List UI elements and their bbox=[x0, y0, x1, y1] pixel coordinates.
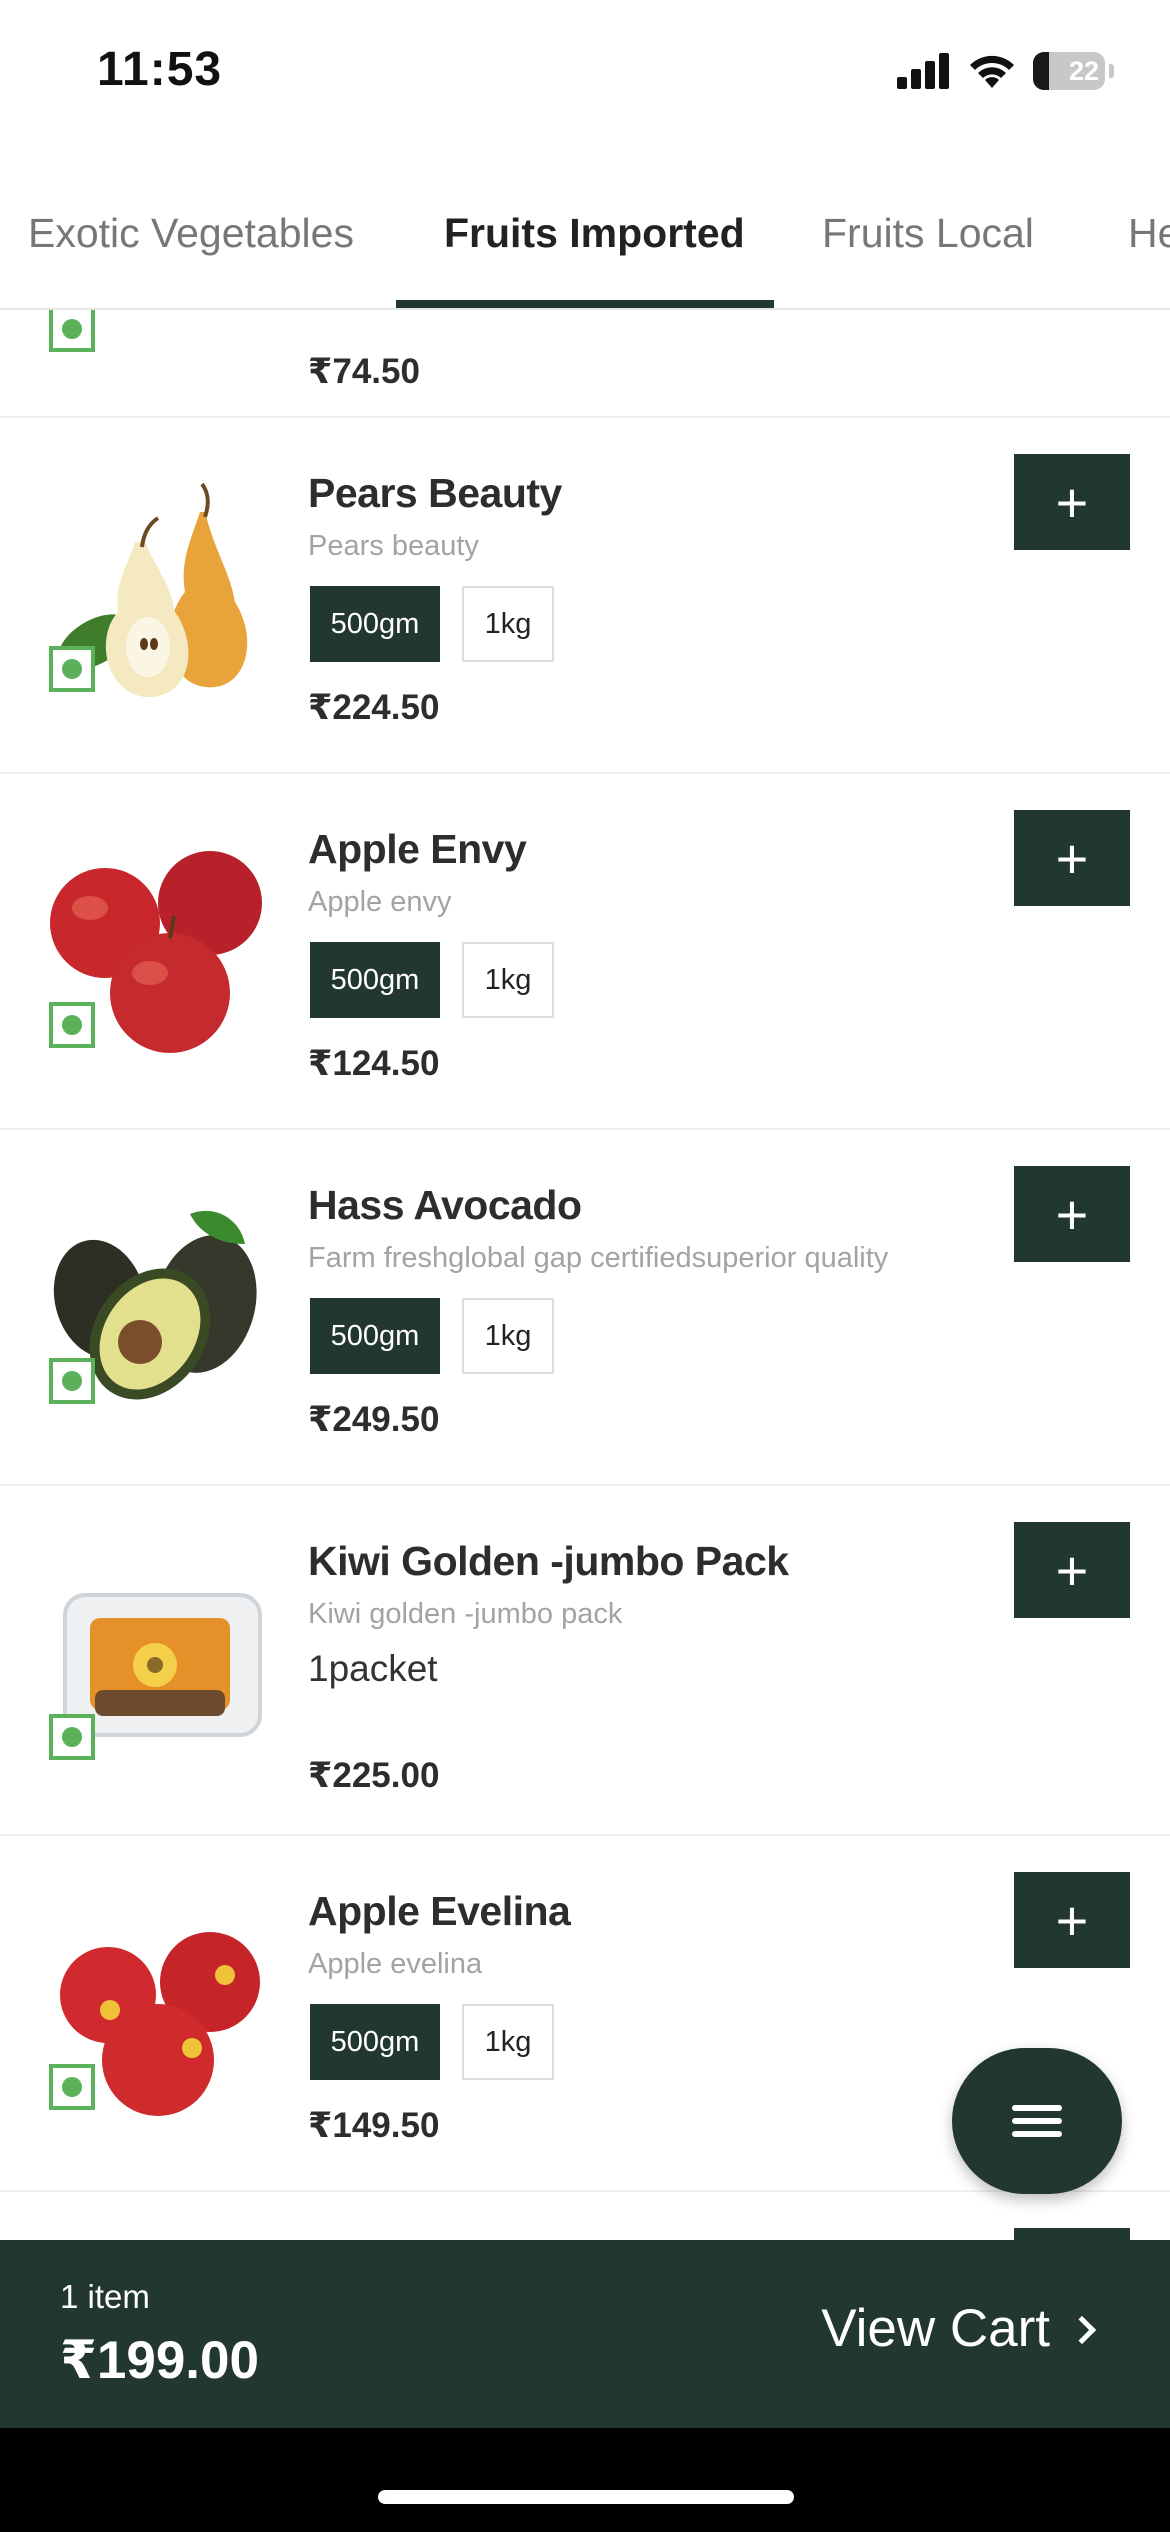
veg-indicator-icon bbox=[49, 1002, 95, 1048]
product-price: ₹124.50 bbox=[308, 1044, 440, 1083]
size-option-500gm[interactable]: 500gm bbox=[310, 586, 440, 662]
product-price: ₹149.50 bbox=[308, 2106, 440, 2145]
category-tabs: Exotic Vegetables Fruits Imported Fruits… bbox=[0, 190, 1170, 310]
add-to-cart-button[interactable]: + bbox=[1014, 1166, 1130, 1262]
tab-he[interactable]: He bbox=[1128, 210, 1170, 257]
product-name: Apple Envy bbox=[308, 826, 527, 872]
product-price: ₹249.50 bbox=[308, 1400, 440, 1439]
status-time: 11:53 bbox=[97, 43, 223, 96]
product-row: Hass Avocado Farm freshglobal gap certif… bbox=[0, 1130, 1170, 1486]
size-option-1kg[interactable]: 1kg bbox=[462, 586, 554, 662]
home-indicator-area bbox=[0, 2428, 1170, 2532]
size-option-1kg[interactable]: 1kg bbox=[462, 942, 554, 1018]
product-description: Farm freshglobal gap certifiedsuperior q… bbox=[308, 1242, 889, 1274]
tab-fruits-imported[interactable]: Fruits Imported bbox=[444, 210, 745, 257]
battery-fill bbox=[1033, 52, 1049, 90]
product-description: Apple envy bbox=[308, 886, 452, 918]
add-to-cart-button[interactable]: + bbox=[1014, 1522, 1130, 1618]
product-name: Hass Avocado bbox=[308, 1182, 582, 1228]
tab-exotic-vegetables[interactable]: Exotic Vegetables bbox=[28, 210, 354, 257]
size-option-500gm[interactable]: 500gm bbox=[310, 942, 440, 1018]
product-row: Kiwi Golden -jumbo Pack Kiwi golden -jum… bbox=[0, 1486, 1170, 1836]
battery-icon: 22 bbox=[1033, 52, 1105, 90]
tab-fruits-local[interactable]: Fruits Local bbox=[822, 210, 1034, 257]
product-description: Kiwi golden -jumbo pack bbox=[308, 1598, 623, 1630]
product-row: ₹74.50 bbox=[0, 310, 1170, 418]
active-tab-indicator bbox=[396, 300, 774, 308]
veg-indicator-icon bbox=[49, 310, 95, 352]
cart-item-count: 1 item bbox=[60, 2278, 150, 2315]
product-description: Apple evelina bbox=[308, 1948, 483, 1980]
add-to-cart-button[interactable]: + bbox=[1014, 1872, 1130, 1968]
product-description: Pears beauty bbox=[308, 530, 479, 562]
add-to-cart-button[interactable]: + bbox=[1014, 810, 1130, 906]
battery-tip bbox=[1109, 64, 1114, 78]
add-to-cart-button[interactable] bbox=[1014, 2228, 1130, 2240]
battery-percentage: 22 bbox=[1068, 56, 1099, 86]
menu-icon bbox=[1012, 2098, 1062, 2144]
product-name: Pears Beauty bbox=[308, 470, 562, 516]
product-name: Kiwi Golden -jumbo Pack bbox=[308, 1538, 789, 1584]
product-price: ₹225.00 bbox=[308, 1756, 440, 1795]
product-list: ₹74.50 Pears Beauty Pears beauty 500gm 1… bbox=[0, 310, 1170, 2240]
size-option-500gm[interactable]: 500gm bbox=[310, 2004, 440, 2080]
cellular-signal-icon bbox=[897, 53, 949, 89]
view-cart-button[interactable]: View Cart bbox=[821, 2298, 1097, 2359]
size-option-500gm[interactable]: 500gm bbox=[310, 1298, 440, 1374]
size-option-1kg[interactable]: 1kg bbox=[462, 2004, 554, 2080]
cart-bar[interactable]: 1 item ₹199.00 View Cart bbox=[0, 2240, 1170, 2428]
veg-indicator-icon bbox=[49, 1358, 95, 1404]
status-icons: 22 bbox=[897, 52, 1114, 90]
veg-indicator-icon bbox=[49, 1714, 95, 1760]
wifi-icon bbox=[970, 55, 1014, 88]
home-indicator[interactable] bbox=[378, 2490, 794, 2504]
status-bar: 11:53 22 bbox=[0, 0, 1170, 150]
product-price: ₹74.50 bbox=[308, 352, 420, 391]
product-pack-size: 1packet bbox=[308, 1648, 438, 1689]
size-option-1kg[interactable]: 1kg bbox=[462, 1298, 554, 1374]
product-price: ₹224.50 bbox=[308, 688, 440, 727]
chevron-right-icon bbox=[1067, 2315, 1097, 2344]
add-to-cart-button[interactable]: + bbox=[1014, 454, 1130, 550]
product-name: Apple Evelina bbox=[308, 1888, 571, 1934]
product-row: Pears Beauty Pears beauty 500gm 1kg ₹224… bbox=[0, 418, 1170, 774]
veg-indicator-icon bbox=[49, 646, 95, 692]
view-cart-label: View Cart bbox=[821, 2299, 1050, 2358]
veg-indicator-icon bbox=[49, 2064, 95, 2110]
product-row: Apple Envy Apple envy 500gm 1kg ₹124.50 … bbox=[0, 774, 1170, 1130]
cart-total: ₹199.00 bbox=[60, 2331, 259, 2390]
menu-fab-button[interactable] bbox=[952, 2048, 1122, 2194]
product-row bbox=[0, 2192, 1170, 2240]
